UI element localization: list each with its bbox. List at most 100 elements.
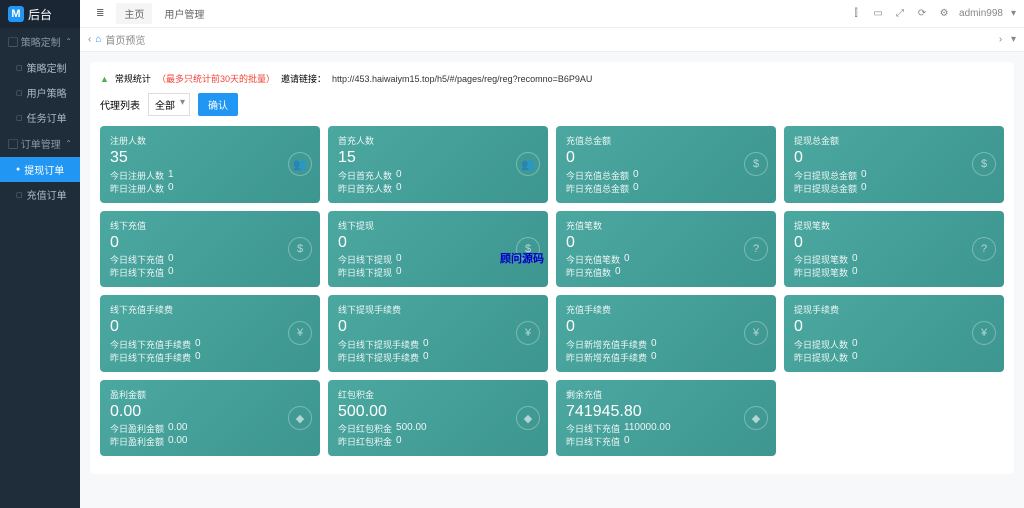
card-icon: ¥ xyxy=(744,321,768,345)
logo-icon: M xyxy=(8,6,24,22)
stat-card: 提现笔数 0 今日提现笔数0 昨日提现笔数0 ? xyxy=(784,211,1004,288)
user-label[interactable]: admin998 xyxy=(959,8,1003,19)
card-title: 注册人数 xyxy=(110,134,310,147)
card-icon: ? xyxy=(972,237,996,261)
sidebar-item[interactable]: 提现订单 xyxy=(0,157,80,182)
card-value: 15 xyxy=(338,149,538,167)
menu-group[interactable]: ▢ 订单管理 xyxy=(0,130,80,157)
card-icon: ¥ xyxy=(516,321,540,345)
card-line: 昨日充值总金额0 xyxy=(566,182,766,195)
chevron-left-icon[interactable]: ‹ xyxy=(88,34,91,45)
card-line: 昨日提现笔数0 xyxy=(794,266,994,279)
stat-card: 首充人数 15 今日首充人数0 昨日首充人数0 👥 xyxy=(328,126,548,203)
card-line: 昨日提现总金额0 xyxy=(794,182,994,195)
card-value: 0 xyxy=(794,318,994,336)
card-title: 盈利金额 xyxy=(110,388,310,401)
menu-group[interactable]: ▢ 策略定制 xyxy=(0,28,80,55)
card-line: 今日注册人数1 xyxy=(110,169,310,182)
card-line: 昨日线下充值0 xyxy=(110,266,310,279)
stat-card: 注册人数 35 今日注册人数1 昨日注册人数0 👥 xyxy=(100,126,320,203)
card-value: 0 xyxy=(110,234,310,252)
sidebar-item[interactable]: 策略定制 xyxy=(0,55,80,80)
card-title: 首充人数 xyxy=(338,134,538,147)
settings-icon[interactable]: ⚙ xyxy=(937,7,951,21)
card-line: 今日红包积金500.00 xyxy=(338,422,538,435)
card-line: 今日新增充值手续费0 xyxy=(566,338,766,351)
card-title: 提现总金额 xyxy=(794,134,994,147)
refresh-icon[interactable]: ⟳ xyxy=(915,7,929,21)
filter-select[interactable]: 全部 xyxy=(148,93,190,116)
card-value: 0 xyxy=(338,318,538,336)
sidebar: M 后台 ▢ 策略定制策略定制用户策略任务订单▢ 订单管理提现订单充值订单 xyxy=(0,0,80,508)
confirm-button[interactable]: 确认 xyxy=(198,93,238,116)
check-icon: ▲ xyxy=(100,74,109,84)
card-title: 线下提现手续费 xyxy=(338,303,538,316)
card-value: 0 xyxy=(794,234,994,252)
panel: ▲ 常规统计 （最多只统计前30天的批量） 邀请链接： http://453.h… xyxy=(90,62,1014,474)
chevron-down-icon[interactable]: ▾ xyxy=(1011,8,1016,19)
expand-icon[interactable]: ⤢ xyxy=(893,7,907,21)
card-line: 今日首充人数0 xyxy=(338,169,538,182)
chart-icon[interactable]: ⫿ xyxy=(849,7,863,21)
card-line: 今日线下充值0 xyxy=(110,253,310,266)
card-line: 昨日线下提现0 xyxy=(338,266,538,279)
stat-card: 剩余充值 741945.80 今日线下充值110000.00 昨日线下充值0 ◆ xyxy=(556,380,776,457)
card-line: 昨日首充人数0 xyxy=(338,182,538,195)
sidebar-item[interactable]: 任务订单 xyxy=(0,105,80,130)
chevron-down-icon[interactable]: ▾ xyxy=(1011,34,1016,45)
chevron-right-icon[interactable]: › xyxy=(999,34,1002,45)
stat-card: 提现手续费 0 今日提现人数0 昨日提现人数0 ¥ xyxy=(784,295,1004,372)
stat-card: 提现总金额 0 今日提现总金额0 昨日提现总金额0 $ xyxy=(784,126,1004,203)
home-icon[interactable]: ⌂ xyxy=(95,34,101,45)
card-icon: ◆ xyxy=(516,406,540,430)
stat-card: 线下提现 0 今日线下提现0 昨日线下提现0 $ xyxy=(328,211,548,288)
filter-label: 代理列表 xyxy=(100,97,140,112)
tab[interactable]: 用户管理 xyxy=(156,3,212,24)
card-line: 昨日线下充值手续费0 xyxy=(110,351,310,364)
card-value: 0 xyxy=(566,234,766,252)
card-title: 红包积金 xyxy=(338,388,538,401)
logo: M 后台 xyxy=(0,0,80,28)
sidebar-item[interactable]: 充值订单 xyxy=(0,182,80,207)
stat-card: 充值笔数 0 今日充值笔数0 昨日充值数0 ? xyxy=(556,211,776,288)
card-icon: $ xyxy=(972,152,996,176)
stat-card: 盈利金额 0.00 今日盈利金额0.00 昨日盈利金额0.00 ◆ xyxy=(100,380,320,457)
stat-card: 红包积金 500.00 今日红包积金500.00 昨日红包积金0 ◆ xyxy=(328,380,548,457)
tab[interactable]: 主页 xyxy=(116,3,152,24)
card-line: 昨日充值数0 xyxy=(566,266,766,279)
card-icon: ◆ xyxy=(288,406,312,430)
main: ≣主页用户管理 ⫿ ▭ ⤢ ⟳ ⚙ admin998 ▾ ‹ ⌂ 首页预览 › … xyxy=(80,0,1024,508)
stat-card: 线下提现手续费 0 今日线下提现手续费0 昨日线下提现手续费0 ¥ xyxy=(328,295,548,372)
card-line: 今日提现人数0 xyxy=(794,338,994,351)
card-line: 今日线下充值手续费0 xyxy=(110,338,310,351)
stat-card: 充值总金额 0 今日充值总金额0 昨日充值总金额0 $ xyxy=(556,126,776,203)
tab[interactable]: ≣ xyxy=(88,5,112,22)
card-title: 线下充值手续费 xyxy=(110,303,310,316)
stat-card: 线下充值 0 今日线下充值0 昨日线下充值0 $ xyxy=(100,211,320,288)
info-link-label: 邀请链接： xyxy=(281,72,326,85)
sidebar-item[interactable]: 用户策略 xyxy=(0,80,80,105)
card-value: 0 xyxy=(566,318,766,336)
card-line: 今日线下提现0 xyxy=(338,253,538,266)
card-line: 今日线下充值110000.00 xyxy=(566,422,766,435)
card-line: 今日充值笔数0 xyxy=(566,253,766,266)
card-value: 0 xyxy=(338,234,538,252)
card-line: 昨日盈利金额0.00 xyxy=(110,435,310,448)
info-warning: （最多只统计前30天的批量） xyxy=(157,72,275,85)
card-title: 充值手续费 xyxy=(566,303,766,316)
brand-text: 后台 xyxy=(28,6,52,23)
card-value: 35 xyxy=(110,149,310,167)
card-line: 今日提现总金额0 xyxy=(794,169,994,182)
card-line: 今日提现笔数0 xyxy=(794,253,994,266)
card-value: 0.00 xyxy=(110,403,310,421)
card-value: 0 xyxy=(566,149,766,167)
card-icon: $ xyxy=(516,237,540,261)
card-icon: 👥 xyxy=(516,152,540,176)
card-value: 500.00 xyxy=(338,403,538,421)
stat-card: 充值手续费 0 今日新增充值手续费0 昨日新增充值手续费0 ¥ xyxy=(556,295,776,372)
card-title: 提现笔数 xyxy=(794,219,994,232)
card-line: 昨日线下提现手续费0 xyxy=(338,351,538,364)
info-prefix: 常规统计 xyxy=(115,72,151,85)
window-icon[interactable]: ▭ xyxy=(871,7,885,21)
card-line: 昨日线下充值0 xyxy=(566,435,766,448)
